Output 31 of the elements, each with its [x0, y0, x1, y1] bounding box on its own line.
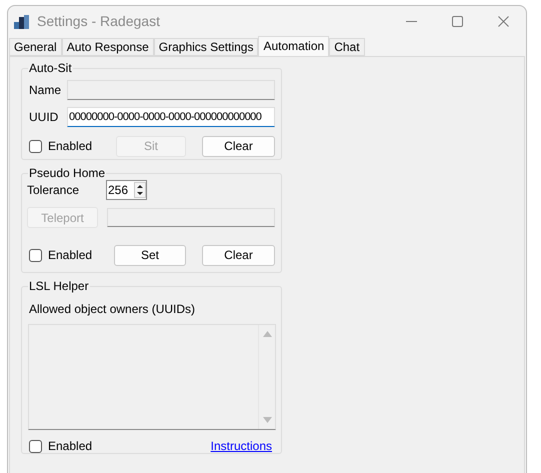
tab[interactable]: Auto Response	[62, 38, 154, 56]
name-field[interactable]	[67, 80, 275, 100]
tab[interactable]: Automation	[258, 36, 330, 56]
owners-label: Allowed object owners (UUIDs)	[29, 302, 196, 316]
scroll-down-icon[interactable]	[262, 417, 272, 423]
window-title: Settings - Radegast	[37, 12, 160, 31]
enabled-label: Enabled	[48, 138, 92, 155]
enabled-checkbox[interactable]	[29, 248, 42, 262]
instructions-link[interactable]: Instructions	[210, 437, 272, 455]
app-logo-icon	[13, 14, 31, 30]
enabled-checkbox[interactable]	[29, 140, 42, 152]
set-button[interactable]: Set	[114, 244, 186, 266]
enabled-label: Enabled	[48, 247, 92, 264]
tab[interactable]: Chat	[329, 38, 365, 56]
clear-button[interactable]: Clear	[202, 244, 275, 266]
clear-button[interactable]: Clear	[202, 136, 275, 156]
tolerance-label: Tolerance	[27, 182, 80, 199]
group-title: LSL Helper	[28, 279, 90, 293]
uuid-label: UUID	[29, 109, 60, 126]
uuid-field[interactable]: 00000000-0000-0000-0000-000000000000	[67, 107, 275, 127]
scroll-up-icon[interactable]	[262, 331, 272, 337]
tab[interactable]: Graphics Settings	[154, 38, 258, 56]
group-title: Pseudo Home	[28, 166, 106, 180]
name-label: Name	[29, 82, 62, 99]
tab[interactable]: General	[9, 38, 62, 56]
tolerance-spinner[interactable]: 256	[106, 180, 147, 200]
group-title: Auto-Sit	[28, 61, 73, 75]
scrollbar[interactable]	[258, 325, 275, 429]
enabled-label: Enabled	[48, 438, 92, 455]
enabled-checkbox[interactable]	[29, 440, 42, 452]
spinner-arrows-icon[interactable]	[134, 182, 146, 198]
